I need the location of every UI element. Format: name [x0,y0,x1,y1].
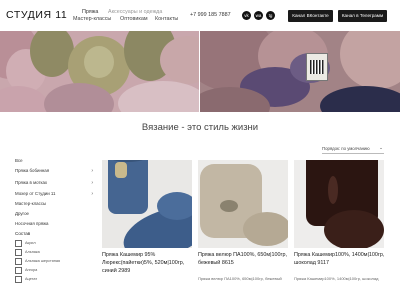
hero-banner [0,31,400,112]
filter-option-label: Акрил [25,240,36,245]
sort-select[interactable]: Порядок: по умолчанию ⌄ [322,145,384,154]
nav-item-masterclasses[interactable]: Мастер-классы [73,16,111,23]
category-label: Носочная пряжа [15,221,49,226]
checkbox[interactable] [15,240,22,247]
product-name[interactable]: Пряжа Кашемир100%, 1400м|100гр, шоколад … [294,252,386,268]
category-other[interactable]: Другое [15,211,93,219]
site-logo[interactable]: СТУДИЯ 11 [6,9,67,21]
whatsapp-icon[interactable]: wa [254,11,263,20]
product-image[interactable] [294,160,384,248]
category-label: Все [15,158,23,163]
filter-option-label: Ацетат [25,276,38,281]
nav-item-accessories[interactable]: Аксессуары и одежда [108,9,162,16]
checkbox[interactable] [15,276,22,283]
filter-option[interactable]: Акрил [15,240,85,247]
checkbox[interactable] [15,267,22,274]
telegram-channel-button[interactable]: Канал в Телеграмм [338,10,387,22]
vk-icon[interactable]: vk [242,11,251,20]
site-header: СТУДИЯ 11 Пряжа Аксессуары и одежда Маст… [0,0,400,31]
filter-option[interactable]: Альпака шерстяная [15,258,85,265]
checkbox[interactable] [15,249,22,256]
product-tag [306,53,328,81]
category-skein-yarn[interactable]: Пряжа в мотках › [15,180,93,188]
filter-option[interactable]: Ацетат [15,276,85,283]
filter-option-label: Альпака [25,249,40,254]
nav-item-yarn[interactable]: Пряжа [82,9,98,16]
chevron-right-icon: › [91,191,93,197]
page-tagline: Вязание - это стиль жизни [141,122,259,133]
category-label: Пряжа бобинная [15,168,50,173]
category-label: Мохер от Студии 11 [15,191,56,196]
nav-item-wholesale[interactable]: Оптовикам [120,16,148,23]
product-subtitle: Пряжа велюр ПА100%, 650м|100гр, бежевый [198,276,282,281]
filter-option-label: Альпака шерстяная [25,258,61,263]
filter-composition-title: Состав [15,231,31,236]
category-all[interactable]: Все [15,158,93,166]
vk-channel-button[interactable]: Канал ВКонтакте [288,10,333,22]
product-name[interactable]: Пряжа Кашемир 95% Люрекс(пайетки)5%, 520… [102,252,194,275]
hero-image-yarn-skeins [0,31,199,112]
chevron-down-icon: ⌄ [379,145,383,150]
qr-code-icon [310,60,324,74]
category-masterclasses[interactable]: Мастер-классы [15,201,93,209]
category-label: Мастер-классы [15,201,47,206]
category-mohair[interactable]: Мохер от Студии 11 › [15,191,93,199]
product-subtitle: Пряжа Кашемир100%, 1400м|100гр, шоколад [294,276,379,281]
chevron-right-icon: › [91,168,93,174]
filter-option-label: Ангора [25,267,38,272]
phone-number[interactable]: +7 999 185 7887 [190,12,231,18]
product-name[interactable]: Пряжа велюр ПА100%, 650м|100гр, бежевый … [198,252,290,268]
checkbox[interactable] [15,258,22,265]
nav-item-contacts[interactable]: Контакты [155,16,178,23]
product-image[interactable] [102,160,192,248]
product-image[interactable] [198,160,288,248]
category-label: Другое [15,211,29,216]
telegram-icon[interactable]: tg [266,11,275,20]
sort-select-value: Порядок: по умолчанию [322,146,370,151]
filter-option[interactable]: Альпака [15,249,85,256]
category-sock-yarn[interactable]: Носочная пряжа [15,221,93,229]
hero-image-cones-and-tag [200,31,400,112]
category-bobbin-yarn[interactable]: Пряжа бобинная › [15,168,93,176]
filter-option[interactable]: Ангора [15,267,85,274]
category-label: Пряжа в мотках [15,180,48,185]
chevron-right-icon: › [91,180,93,186]
